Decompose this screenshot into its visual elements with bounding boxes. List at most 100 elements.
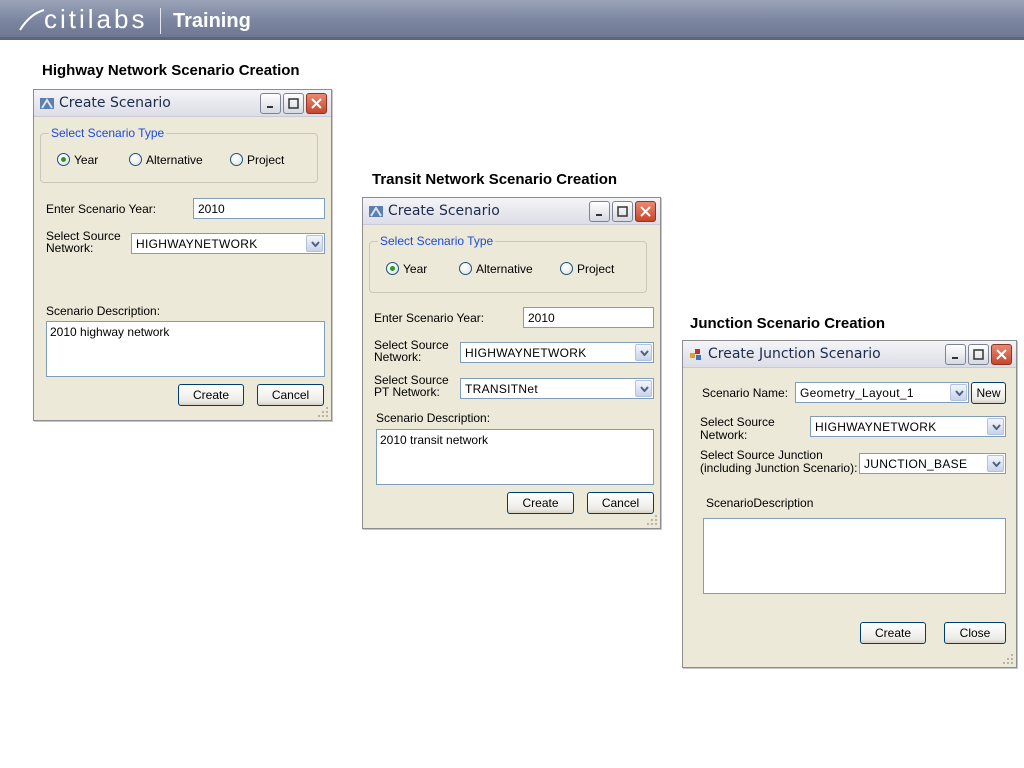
cancel-button[interactable]: Cancel [587, 492, 654, 514]
chevron-down-icon [955, 390, 964, 396]
transit-create-scenario-window: Create Scenario Select Scenario Type Yea… [362, 197, 661, 529]
source-network-value: HIGHWAYNETWORK [815, 420, 937, 434]
maximize-icon [288, 98, 299, 109]
scenario-type-group: Select Scenario Type Year Alternative Pr… [40, 126, 318, 183]
source-network-select[interactable]: HIGHWAYNETWORK [810, 416, 1006, 437]
source-network-value: HIGHWAYNETWORK [465, 346, 587, 360]
year-label: Enter Scenario Year: [374, 311, 485, 325]
close-button[interactable] [635, 201, 656, 222]
resize-grip-icon[interactable] [1003, 654, 1014, 665]
pt-network-label-line2: PT Network: [374, 385, 440, 399]
dropdown-button[interactable] [987, 418, 1004, 435]
year-input[interactable]: 2010 [523, 307, 654, 328]
network-label-line2: Network: [700, 428, 748, 442]
radio-project-label: Project [577, 262, 615, 276]
junction-label-line2: (including Junction Scenario): [700, 461, 858, 475]
close-button[interactable] [306, 93, 327, 114]
scenario-name-select[interactable]: Geometry_Layout_1 [795, 382, 969, 403]
description-textarea[interactable]: 2010 transit network [376, 429, 654, 485]
maximize-button[interactable] [283, 93, 304, 114]
dropdown-button[interactable] [306, 235, 323, 252]
minimize-button[interactable] [945, 344, 966, 365]
cancel-button[interactable]: Cancel [257, 384, 324, 406]
description-label: Scenario Description: [376, 411, 491, 425]
radio-alternative[interactable] [459, 262, 472, 275]
window-title: Create Scenario [59, 95, 171, 111]
dropdown-button[interactable] [635, 380, 652, 397]
scenario-name-value: Geometry_Layout_1 [800, 386, 914, 400]
source-pt-network-value: TRANSITNet [465, 382, 539, 396]
new-button[interactable]: New [971, 382, 1006, 404]
citilabs-logo-icon [19, 9, 45, 31]
window-title: Create Junction Scenario [708, 346, 881, 362]
radio-project[interactable] [560, 262, 573, 275]
caption-junction: Junction Scenario Creation [690, 315, 886, 332]
source-network-select[interactable]: HIGHWAYNETWORK [460, 342, 654, 363]
description-label: ScenarioDescription [706, 496, 814, 510]
titlebar: Create Scenario [363, 198, 660, 225]
junction-app-icon [690, 349, 701, 360]
header-divider [160, 8, 161, 34]
maximize-icon [617, 206, 628, 217]
maximize-button[interactable] [612, 201, 633, 222]
minimize-icon [596, 214, 602, 216]
scenario-type-group: Select Scenario Type Year Alternative Pr… [369, 234, 647, 293]
source-junction-value: JUNCTION_BASE [864, 457, 968, 471]
source-junction-select[interactable]: JUNCTION_BASE [859, 453, 1006, 474]
window-title: Create Scenario [388, 203, 500, 219]
scenario-type-legend: Select Scenario Type [49, 126, 167, 140]
radio-year-label: Year [403, 262, 428, 276]
radio-year[interactable] [386, 262, 399, 275]
minimize-icon [267, 106, 273, 108]
chevron-down-icon [311, 241, 320, 247]
header-banner: citilabs Training [0, 0, 1024, 40]
junction-create-scenario-window: Create Junction Scenario Scenario Name: … [682, 340, 1017, 668]
chevron-down-icon [992, 461, 1001, 467]
radio-alternative[interactable] [129, 153, 142, 166]
chevron-down-icon [640, 386, 649, 392]
create-button[interactable]: Create [178, 384, 244, 406]
radio-alternative-label: Alternative [476, 262, 533, 276]
close-icon [640, 206, 651, 217]
minimize-button[interactable] [589, 201, 610, 222]
app-icon [369, 206, 383, 217]
network-label-line2: Network: [374, 350, 422, 364]
maximize-button[interactable] [968, 344, 989, 365]
radio-alternative-label: Alternative [146, 153, 203, 167]
dropdown-button[interactable] [635, 344, 652, 361]
dropdown-button[interactable] [950, 384, 967, 401]
caption-transit: Transit Network Scenario Creation [372, 171, 618, 188]
radio-year-label: Year [74, 153, 99, 167]
minimize-button[interactable] [260, 93, 281, 114]
resize-grip-icon[interactable] [318, 407, 329, 418]
resize-grip-icon[interactable] [647, 515, 658, 526]
source-pt-network-select[interactable]: TRANSITNet [460, 378, 654, 399]
close-button[interactable] [991, 344, 1012, 365]
source-network-select[interactable]: HIGHWAYNETWORK [131, 233, 325, 254]
create-button[interactable]: Create [507, 492, 574, 514]
scenario-type-legend: Select Scenario Type [378, 234, 496, 248]
create-button[interactable]: Create [860, 622, 926, 644]
close-dialog-button[interactable]: Close [944, 622, 1006, 644]
year-input[interactable]: 2010 [193, 198, 325, 219]
chevron-down-icon [640, 350, 649, 356]
source-network-value: HIGHWAYNETWORK [136, 237, 258, 251]
dropdown-button[interactable] [987, 455, 1004, 472]
chevron-down-icon [992, 424, 1001, 430]
caption-highway: Highway Network Scenario Creation [42, 62, 300, 79]
description-label: Scenario Description: [46, 304, 161, 318]
description-textarea[interactable]: 2010 highway network [46, 321, 325, 377]
maximize-icon [973, 349, 984, 360]
app-icon [40, 98, 54, 109]
scenario-name-label: Scenario Name: [702, 386, 789, 400]
description-textarea[interactable] [703, 518, 1006, 594]
titlebar: Create Scenario [34, 90, 331, 117]
radio-project[interactable] [230, 153, 243, 166]
minimize-icon [952, 357, 958, 359]
close-icon [311, 98, 322, 109]
section-title: Training [173, 10, 251, 32]
network-label-line2: Network: [46, 241, 94, 255]
titlebar: Create Junction Scenario [683, 341, 1016, 368]
radio-year[interactable] [57, 153, 70, 166]
year-label: Enter Scenario Year: [46, 202, 157, 216]
